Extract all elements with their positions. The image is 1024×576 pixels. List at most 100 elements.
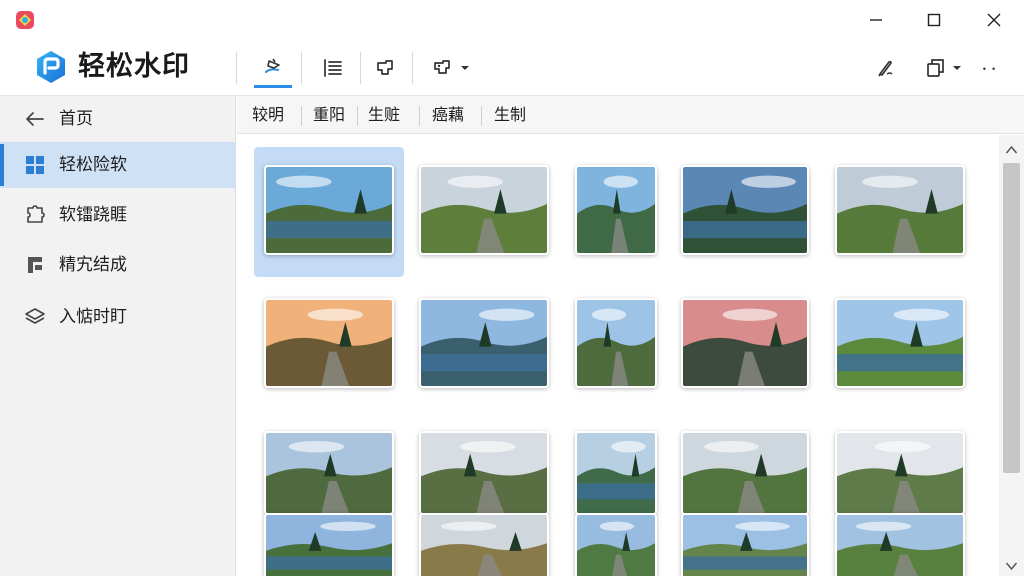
list-align-icon <box>324 59 342 77</box>
sidebar-item-easy[interactable]: 轻松险软 <box>0 142 236 188</box>
landscape-photo <box>266 300 392 386</box>
watermark-tool-button[interactable] <box>254 48 292 88</box>
tab-4[interactable]: 生制 <box>494 105 526 125</box>
landscape-photo <box>837 515 963 576</box>
app-small-icon <box>16 11 34 29</box>
landscape-photo <box>683 167 807 253</box>
chevron-down-icon <box>461 66 469 70</box>
landscape-photo <box>683 515 807 576</box>
vertical-scrollbar[interactable] <box>999 135 1024 576</box>
sidebar: 首页 轻松险软 软镭跷睚 精宄结成 入惦时盯 <box>0 96 236 576</box>
app-header: 轻松水印 <box>0 40 1024 96</box>
sidebar-item-stamp[interactable]: 精宄结成 <box>0 242 236 288</box>
landscape-photo <box>577 433 655 513</box>
puzzle-icon <box>27 205 45 223</box>
landscape-photo <box>266 433 392 513</box>
sidebar-item-puzzle[interactable]: 软镭跷睚 <box>0 192 236 238</box>
divider <box>236 52 237 84</box>
landscape-photo <box>683 433 807 513</box>
landscape-photo <box>421 433 547 513</box>
image-thumbnail[interactable] <box>264 165 394 255</box>
list-tool-button[interactable] <box>315 48 351 88</box>
image-grid <box>237 135 999 576</box>
tab-2[interactable]: 生赃 <box>368 105 400 125</box>
image-thumbnail[interactable] <box>575 431 657 515</box>
divider <box>412 52 413 84</box>
image-thumbnail[interactable] <box>575 513 657 576</box>
sidebar-item-label: 首页 <box>59 109 93 129</box>
app-logo-icon <box>37 51 65 83</box>
app-title: 轻松水印 <box>78 51 190 82</box>
image-thumbnail[interactable] <box>681 165 809 255</box>
image-thumbnail[interactable] <box>264 431 394 515</box>
divider <box>481 106 482 126</box>
image-thumbnail[interactable] <box>835 298 965 388</box>
scroll-up-icon[interactable] <box>1005 145 1018 155</box>
tab-0[interactable]: 较明 <box>252 105 284 125</box>
copy-icon <box>927 59 944 77</box>
image-thumbnail[interactable] <box>681 431 809 515</box>
landscape-photo <box>266 167 392 253</box>
landscape-photo <box>577 300 655 386</box>
crop-frame-icon <box>377 60 393 75</box>
more-icon <box>983 67 995 70</box>
more-button[interactable] <box>976 48 1002 88</box>
scroll-down-icon[interactable] <box>1005 561 1018 571</box>
image-thumbnail[interactable] <box>835 431 965 515</box>
title-bar <box>0 0 1024 40</box>
image-thumbnail[interactable] <box>835 165 965 255</box>
landscape-photo <box>577 515 655 576</box>
landscape-photo <box>421 167 547 253</box>
batch-tool-dropdown[interactable] <box>425 48 475 88</box>
image-thumbnail[interactable] <box>681 298 809 388</box>
maximize-button[interactable] <box>904 0 964 40</box>
image-thumbnail[interactable] <box>419 298 549 388</box>
landscape-photo <box>421 515 547 576</box>
back-arrow-icon <box>26 112 44 126</box>
maximize-icon <box>927 13 941 27</box>
landscape-photo <box>683 300 807 386</box>
copy-dropdown[interactable] <box>918 48 966 88</box>
landscape-photo <box>837 433 963 513</box>
image-thumbnail[interactable] <box>419 513 549 576</box>
stamp-icon <box>28 257 42 273</box>
minimize-button[interactable] <box>846 0 906 40</box>
sidebar-item-label: 精宄结成 <box>59 255 127 275</box>
landscape-photo <box>837 300 963 386</box>
grid-icon <box>26 156 44 174</box>
close-button[interactable] <box>964 0 1024 40</box>
sidebar-item-label: 入惦时盯 <box>59 307 127 327</box>
image-thumbnail[interactable] <box>419 165 549 255</box>
layers-icon <box>25 308 45 324</box>
image-thumbnail[interactable] <box>419 431 549 515</box>
image-thumbnail[interactable] <box>575 165 657 255</box>
crop-tool-button[interactable] <box>368 48 402 88</box>
tab-3[interactable]: 癌藕 <box>432 105 464 125</box>
chevron-down-icon <box>953 66 961 70</box>
minimize-icon <box>870 19 882 21</box>
landscape-photo <box>577 167 655 253</box>
watermark-brush-icon <box>265 58 280 73</box>
scroll-thumb[interactable] <box>1003 163 1020 473</box>
pen-icon <box>878 60 893 77</box>
divider <box>301 106 302 126</box>
image-thumbnail[interactable] <box>264 513 394 576</box>
sidebar-item-home[interactable]: 首页 <box>0 96 236 142</box>
tab-bar: 较明 重阳 生赃 癌藕 生制 <box>237 96 1024 134</box>
image-thumbnail[interactable] <box>835 513 965 576</box>
landscape-photo <box>266 515 392 576</box>
batch-frame-icon <box>434 60 450 74</box>
image-thumbnail[interactable] <box>264 298 394 388</box>
sidebar-item-layers[interactable]: 入惦时盯 <box>0 294 236 340</box>
image-thumbnail[interactable] <box>575 298 657 388</box>
divider <box>360 52 361 84</box>
tab-1[interactable]: 重阳 <box>313 105 345 125</box>
close-icon <box>987 13 1001 27</box>
pen-button[interactable] <box>870 48 900 88</box>
divider <box>419 106 420 126</box>
sidebar-item-label: 软镭跷睚 <box>59 205 127 225</box>
divider <box>301 52 302 84</box>
sidebar-item-label: 轻松险软 <box>59 155 127 175</box>
divider <box>357 106 358 126</box>
image-thumbnail[interactable] <box>681 513 809 576</box>
